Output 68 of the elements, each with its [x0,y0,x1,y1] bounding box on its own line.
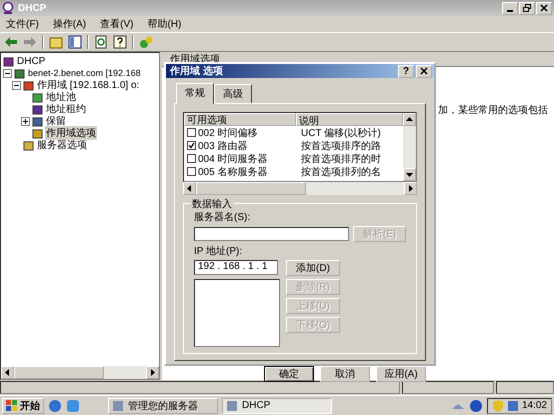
taskbar-button[interactable]: 管理您的服务器 [108,398,218,414]
tree-item[interactable]: 作用域选项 [45,126,97,140]
option-name[interactable]: 003 路由器 [198,138,248,152]
windows-logo-icon [6,400,18,412]
menu-item[interactable]: 帮助(H) [147,17,182,31]
dialog-title: 作用域 选项 [170,64,224,78]
back-arrow-icon[interactable] [4,36,18,48]
clock: 14:02 [522,400,547,411]
close-icon [420,67,428,75]
restore-button[interactable] [519,2,535,14]
help-button[interactable]: ? [398,64,414,78]
window-title: DHCP [18,2,48,14]
server-name-field[interactable] [194,227,350,241]
menu-item[interactable]: 查看(V) [100,17,134,31]
field-label: 服务器名(S): [194,211,252,224]
tree-item[interactable]: 地址池 [45,90,77,104]
collapse-icon[interactable] [3,68,12,78]
tab[interactable]: 常规 [176,83,214,104]
left-arrow-icon [186,185,193,192]
left-arrow-icon [4,369,11,376]
ip-address-list[interactable] [194,279,280,347]
up-arrow-icon [406,116,413,123]
dialog-button[interactable]: 取消 [320,366,370,382]
checkbox[interactable] [187,154,196,163]
column-header[interactable]: 可用选项 [184,113,296,126]
tree-item[interactable]: DHCP [16,56,46,66]
close-button[interactable] [416,64,432,78]
vertical-scrollbar[interactable] [403,113,416,181]
option-description: 按首选项排序的时 [300,152,382,166]
menu-item[interactable]: 操作(A) [52,17,86,31]
collapse-icon[interactable] [12,80,21,90]
checkbox[interactable] [187,128,196,137]
option-description: 按首选项排序的路 [300,140,382,152]
field-label: IP 地址(P): [194,244,244,258]
down-arrow-icon [406,171,413,178]
description-text: 加，某些常用的选项包括 [438,105,548,116]
menu-item[interactable]: 文件(F) [6,17,39,31]
checkbox[interactable] [187,141,196,150]
ip-address-field[interactable]: 192 . 168 . 1 . 1 [194,260,278,275]
checkbox[interactable] [187,167,196,176]
tree-item[interactable]: 地址租约 [45,102,87,116]
taskbar-button[interactable]: DHCP [222,398,332,414]
tree-item[interactable]: 作用域 [192.168.1.0] o: [36,78,140,92]
horizontal-scrollbar[interactable] [1,366,159,379]
option-name[interactable]: 004 时间服务器 [198,152,268,166]
tree-item[interactable]: benet-2.benet.com [192.168 [27,68,142,78]
tab[interactable]: 高级 [214,84,252,103]
horizontal-scrollbar[interactable] [183,182,417,195]
dialog-button[interactable]: 确定 [264,366,314,382]
right-arrow-icon [149,369,156,376]
list-button[interactable]: 添加(D) [286,260,340,276]
status-bar-panel [496,381,554,394]
option-name[interactable]: 002 时间偏移 [198,126,258,140]
option-description: UCT 偏移(以秒计) [300,126,382,140]
right-arrow-icon [407,185,414,192]
group-title: 数据输入 [190,197,234,211]
restore-icon [523,4,531,12]
column-header[interactable]: 说明 [296,113,403,126]
expand-icon[interactable] [21,116,30,126]
dialog-button[interactable]: 应用(A) [376,366,426,382]
minimize-button[interactable] [502,2,518,14]
start-button[interactable]: 开始 [2,398,44,414]
tree-item[interactable]: 服务器选项 [36,138,88,152]
close-button[interactable] [536,2,552,14]
tree-item[interactable]: 保留 [45,114,67,128]
option-name[interactable]: 005 名称服务器 [198,164,268,178]
option-description: 按首选项排列的名 [300,166,382,178]
close-icon [540,4,548,12]
